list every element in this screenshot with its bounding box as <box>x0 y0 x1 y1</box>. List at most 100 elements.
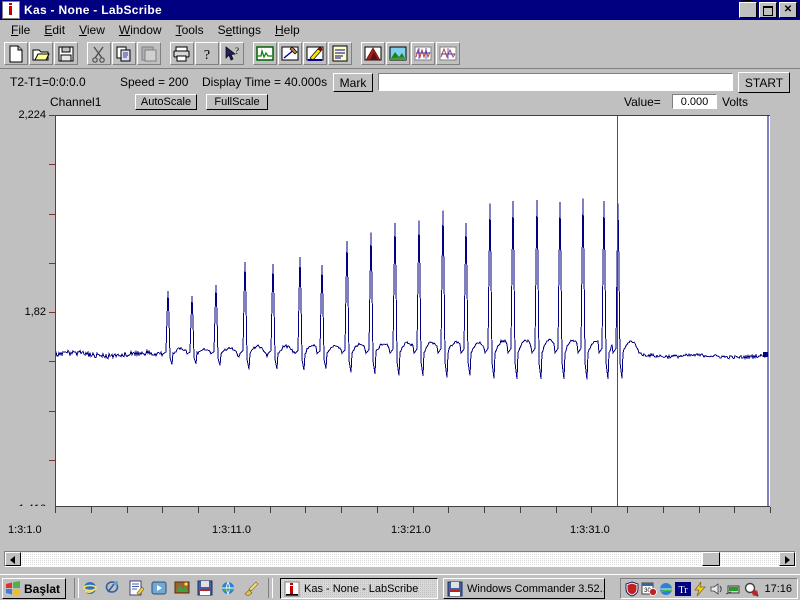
network-globe-icon[interactable] <box>658 581 674 597</box>
menu-label-tools: ools <box>181 22 204 37</box>
window-controls: ✕ <box>739 0 797 18</box>
time-delta-readout: T2-T1=0:0:0.0 <box>10 75 86 89</box>
plot-area[interactable] <box>55 115 770 510</box>
system-tray: 30 Tr 17:16 <box>620 578 798 599</box>
x-axis-tick <box>663 507 664 513</box>
x-axis-tick <box>627 507 628 513</box>
waveform-expand-button[interactable] <box>436 42 460 65</box>
internet-explorer-icon[interactable] <box>82 580 98 596</box>
fullscale-button[interactable]: FullScale <box>206 94 268 110</box>
paste-button[interactable] <box>137 42 161 65</box>
scheduler-calendar-icon[interactable]: 30 <box>641 581 657 597</box>
x-axis-tick <box>341 507 342 513</box>
y-axis-tick <box>49 213 55 215</box>
value-label: Value= <box>624 95 661 109</box>
marker-pencil-button[interactable] <box>303 42 327 65</box>
x-axis-tick <box>413 507 414 513</box>
new-file-button[interactable] <box>4 42 28 65</box>
power-lightning-icon[interactable] <box>692 581 708 597</box>
y-axis-tick <box>49 312 55 313</box>
x-axis-tick <box>91 507 92 513</box>
restore-button[interactable] <box>759 2 777 18</box>
y-axis-label-max: 2,224 <box>18 109 46 121</box>
copy-icon <box>116 46 131 62</box>
analysis-tools-button[interactable] <box>278 42 302 65</box>
time-cursor-red[interactable] <box>617 116 618 510</box>
x-axis-tick <box>770 507 771 513</box>
satellite-dish-icon[interactable] <box>105 580 121 596</box>
help-button[interactable]: ? <box>195 42 219 65</box>
close-button[interactable]: ✕ <box>779 2 797 18</box>
save-file-button[interactable] <box>54 42 78 65</box>
svg-text:?: ? <box>204 48 210 63</box>
menu-label-window: indow <box>130 22 162 37</box>
waveform-compress-icon <box>414 46 432 61</box>
print-button[interactable] <box>170 42 194 65</box>
menu-item-edit[interactable]: Edit <box>37 21 72 39</box>
media-player-icon[interactable] <box>151 580 167 596</box>
x-axis-tick <box>377 507 378 513</box>
notepad-edit-icon[interactable] <box>128 580 145 596</box>
scrollbar-thumb[interactable] <box>702 552 720 566</box>
journal-notes-button[interactable] <box>328 42 352 65</box>
menu-item-help[interactable]: Help <box>268 21 307 39</box>
waveform-trace <box>55 198 768 380</box>
copy-button[interactable] <box>112 42 136 65</box>
waveform-compress-button[interactable] <box>411 42 435 65</box>
start-button-taskbar[interactable]: Başlat <box>2 578 67 599</box>
context-help-button[interactable]: ? <box>220 42 244 65</box>
horizontal-scrollbar[interactable] <box>4 551 796 567</box>
x-axis-tick <box>270 507 271 513</box>
menu-item-window[interactable]: Window <box>112 21 169 39</box>
landscape-view-icon <box>389 46 407 61</box>
clock[interactable]: 17:16 <box>764 583 792 595</box>
menu-label-help: elp <box>283 22 300 37</box>
landscape-view-button[interactable] <box>386 42 410 65</box>
start-label: Başlat <box>24 581 61 596</box>
speed-readout: Speed = 200 <box>120 75 189 89</box>
peak-mountain-icon <box>364 46 382 61</box>
x-axis-label-2: 1:3:21.0 <box>391 524 431 536</box>
desktop-show-icon[interactable] <box>174 580 190 596</box>
mark-input[interactable] <box>378 73 733 91</box>
menu-item-view[interactable]: View <box>72 21 112 39</box>
task-button-windows-commander[interactable]: Windows Commander 3.52... <box>443 578 605 599</box>
menu-label-edit: dit <box>52 22 66 37</box>
minimize-button[interactable] <box>739 0 757 18</box>
graph-view-icon <box>256 46 274 61</box>
windows-logo-icon <box>6 581 20 596</box>
network-connection-icon[interactable] <box>725 581 742 597</box>
mark-button[interactable]: Mark <box>333 73 373 92</box>
save-disk-icon <box>58 46 74 62</box>
menu-item-file[interactable]: File <box>4 21 37 39</box>
x-axis-tick <box>484 507 485 513</box>
volume-speaker-icon[interactable] <box>709 581 725 597</box>
scroll-left-button[interactable] <box>5 552 21 566</box>
y-axis-tick <box>49 410 55 412</box>
open-file-button[interactable] <box>29 42 53 65</box>
peak-detect-button[interactable] <box>361 42 385 65</box>
channel-bar: Channel1 AutoScale FullScale Value= 0.00… <box>0 94 800 112</box>
labscribe-icon <box>2 1 20 19</box>
autoscale-button[interactable]: AutoScale <box>135 94 197 110</box>
antivirus-shield-icon[interactable] <box>624 580 640 597</box>
end-marker-blue[interactable] <box>767 116 769 510</box>
start-button[interactable]: START <box>738 72 790 93</box>
title-bar: Kas - None - LabScribe ✕ <box>0 0 800 20</box>
context-help-icon: ? <box>225 46 239 61</box>
chart-container[interactable]: 2,224 1,82 1,416 <box>0 109 800 515</box>
floppy-save-icon[interactable] <box>197 580 213 596</box>
globe-browser-icon[interactable] <box>220 580 236 596</box>
paste-clipboard-icon <box>141 46 157 62</box>
graph-view-button[interactable] <box>253 42 277 65</box>
menu-item-tools[interactable]: Tools <box>169 21 211 39</box>
scroll-right-button[interactable] <box>779 552 795 566</box>
task-button-labscribe[interactable]: Kas - None - LabScribe <box>280 578 438 599</box>
find-magnifier-icon[interactable] <box>743 581 759 597</box>
labscribe-window: Kas - None - LabScribe ✕ File Edit View … <box>0 0 800 600</box>
cut-button[interactable] <box>87 42 111 65</box>
keyboard-language-tr-icon[interactable]: Tr <box>675 581 691 597</box>
scrollbar-track[interactable] <box>5 552 795 566</box>
menu-item-settings[interactable]: Settings <box>211 21 268 39</box>
paintbrush-icon[interactable] <box>243 580 259 597</box>
